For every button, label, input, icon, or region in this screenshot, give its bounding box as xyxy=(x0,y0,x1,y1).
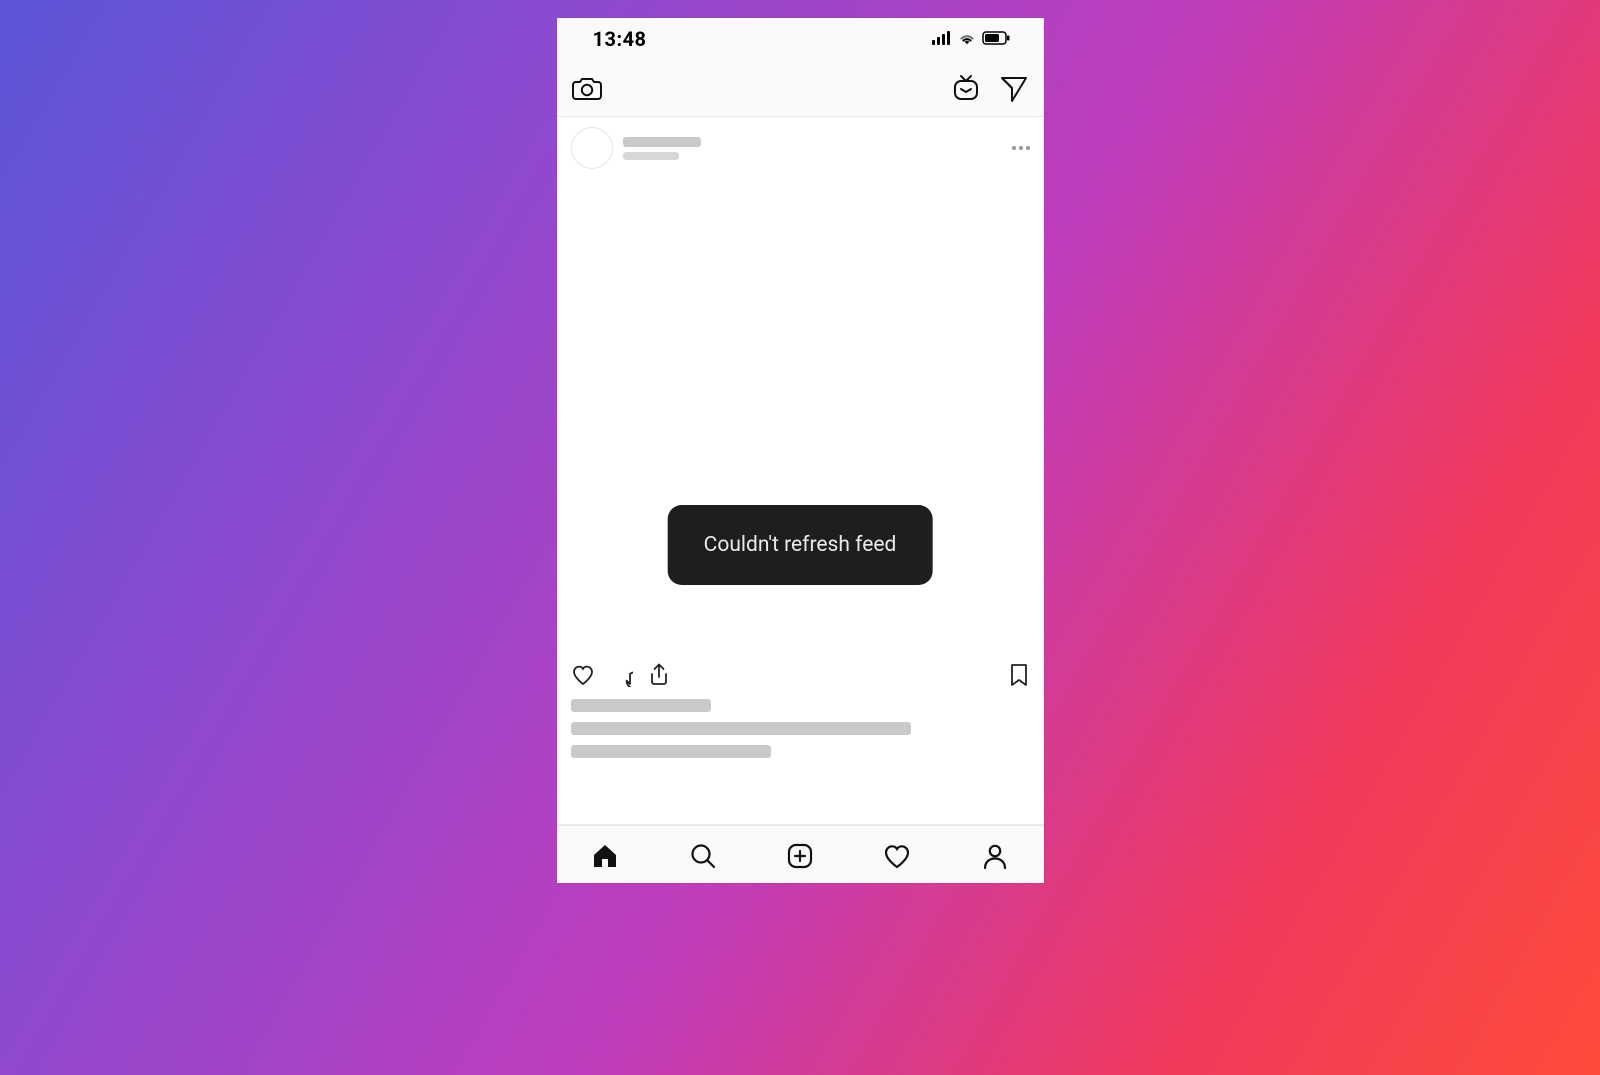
post-action-bar xyxy=(557,655,1044,693)
post-header xyxy=(557,117,1044,175)
gradient-background: 13:48 xyxy=(0,0,1600,1075)
post-more-button[interactable] xyxy=(1012,146,1030,150)
send-icon xyxy=(999,73,1029,103)
nav-add-button[interactable] xyxy=(783,839,817,873)
camera-button[interactable] xyxy=(571,72,603,104)
cellular-signal-icon xyxy=(932,30,952,49)
igtv-icon xyxy=(951,73,981,103)
nav-activity-button[interactable] xyxy=(880,839,914,873)
camera-icon xyxy=(572,74,602,102)
nav-home-button[interactable] xyxy=(588,839,622,873)
search-icon xyxy=(688,841,718,871)
bottom-nav xyxy=(557,825,1044,883)
like-button[interactable] xyxy=(571,663,595,687)
share-icon xyxy=(648,663,670,687)
post-caption-placeholder xyxy=(557,693,1044,770)
app-top-bar xyxy=(557,60,1044,117)
add-post-icon xyxy=(785,841,815,871)
bookmark-icon xyxy=(1009,663,1029,687)
post-avatar-placeholder[interactable] xyxy=(571,127,613,169)
nav-search-button[interactable] xyxy=(686,839,720,873)
phone-frame: 13:48 xyxy=(557,18,1044,883)
share-button[interactable] xyxy=(647,663,671,687)
battery-icon xyxy=(982,30,1010,49)
heart-icon xyxy=(571,663,595,687)
wifi-icon xyxy=(958,30,976,49)
speech-bubble-icon xyxy=(609,663,633,687)
messages-button[interactable] xyxy=(998,72,1030,104)
status-bar: 13:48 xyxy=(557,18,1044,60)
post-username-placeholder xyxy=(623,137,701,160)
profile-icon xyxy=(980,841,1010,871)
error-toast-text: Couldn't refresh feed xyxy=(704,533,897,557)
feed[interactable]: Couldn't refresh feed xyxy=(557,117,1044,825)
nav-profile-button[interactable] xyxy=(978,839,1012,873)
save-button[interactable] xyxy=(1008,663,1030,687)
home-icon xyxy=(590,841,620,871)
heart-icon xyxy=(882,841,912,871)
error-toast: Couldn't refresh feed xyxy=(668,505,933,585)
comment-button[interactable] xyxy=(609,663,633,687)
igtv-button[interactable] xyxy=(950,72,982,104)
more-icon xyxy=(1012,146,1030,150)
status-time: 13:48 xyxy=(593,27,647,51)
